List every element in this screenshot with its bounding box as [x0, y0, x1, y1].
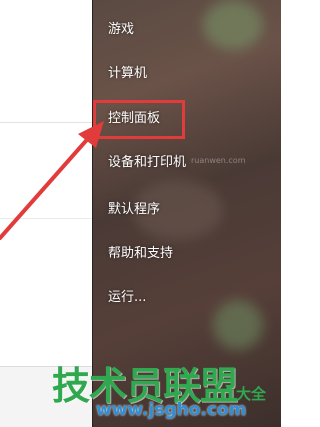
- watermark-url: www.jsgho.com: [96, 400, 247, 420]
